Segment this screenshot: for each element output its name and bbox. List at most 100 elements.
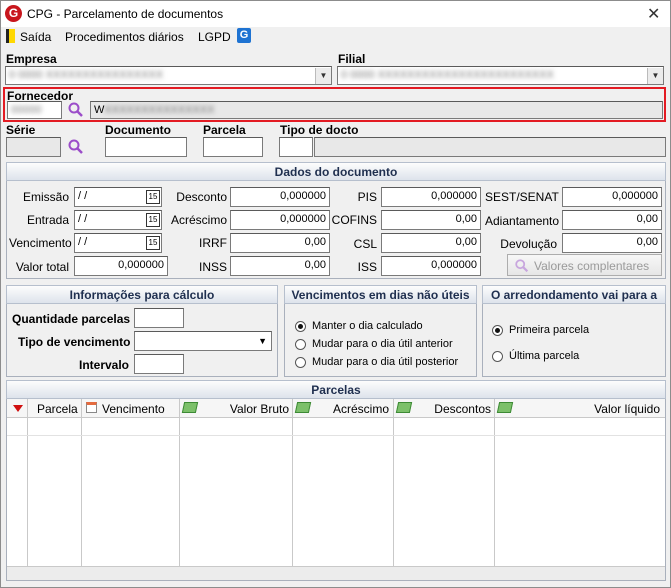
app-logo-icon: G [5, 5, 22, 22]
menu-procedimentos-diarios[interactable]: Procedimentos diários [65, 30, 184, 44]
col-acrescimo[interactable]: Acréscimo [313, 402, 389, 416]
devolucao-label: Devolução [500, 237, 557, 251]
acrescimo-label: Acréscimo [171, 213, 228, 227]
tipo-docto-desc-field [314, 137, 666, 157]
manter-dia-label: Manter o dia calculado [312, 320, 423, 332]
tipo-docto-label: Tipo de docto [280, 123, 359, 137]
lgpd-icon[interactable]: G [237, 28, 251, 43]
menu-saida[interactable]: Saída [20, 30, 51, 44]
cofins-label: COFINS [331, 213, 377, 227]
col-valor-bruto[interactable]: Valor Bruto [203, 402, 289, 416]
pis-label: PIS [357, 190, 377, 204]
menu-lgpd[interactable]: LGPD [198, 30, 231, 44]
filial-select[interactable]: 0 0000 XXXXXXXXXXXXXXXXXXXXXXXX ▼ [337, 66, 664, 85]
calendar-icon[interactable]: 15 [146, 213, 160, 227]
documento-label: Documento [105, 123, 171, 137]
search-icon[interactable] [67, 101, 85, 119]
fornecedor-name-field: WXXXXXXXXXXXXXXX [90, 101, 663, 119]
money-icon [496, 402, 514, 413]
tipo-docto-code-field[interactable] [279, 137, 313, 157]
radio-dia-util-anterior[interactable] [295, 339, 306, 350]
parcela-field[interactable] [203, 137, 263, 157]
chevron-down-icon[interactable]: ▼ [258, 336, 267, 346]
documento-field[interactable] [105, 137, 187, 157]
calculo-header: Informações para cálculo [6, 285, 278, 304]
dia-util-posterior-label: Mudar para o dia útil posterior [312, 356, 459, 368]
calendar-icon [86, 402, 97, 413]
dados-documento-header: Dados do documento [6, 162, 666, 181]
money-icon [294, 402, 312, 413]
empresa-select[interactable]: 0 0000 XXXXXXXXXXXXXXXX ▼ [5, 66, 332, 85]
serie-label: Série [6, 123, 36, 137]
devolucao-field[interactable]: 0,00 [562, 233, 662, 253]
emissao-field[interactable]: / / 15 [74, 187, 162, 207]
close-icon[interactable]: ✕ [647, 4, 660, 24]
search-icon[interactable] [67, 138, 85, 156]
empresa-label: Empresa [6, 52, 57, 66]
horizontal-scrollbar[interactable] [7, 566, 665, 580]
valor-total-label: Valor total [15, 260, 69, 274]
arredondamento-header: O arredondamento vai para a [482, 285, 666, 304]
arredondamento-panel [482, 304, 666, 377]
menu-bar: Saída Procedimentos diários LGPD G [1, 27, 670, 47]
title-bar: G CPG - Parcelamento de documentos ✕ [1, 1, 670, 27]
chevron-down-icon[interactable]: ▼ [315, 68, 331, 84]
primeira-parcela-label: Primeira parcela [509, 324, 590, 336]
irrf-field[interactable]: 0,00 [230, 233, 330, 253]
chevron-down-icon[interactable]: ▼ [647, 68, 663, 84]
intervalo-label: Intervalo [79, 358, 130, 372]
filial-label: Filial [338, 52, 366, 66]
iss-field[interactable]: 0,000000 [381, 256, 481, 276]
serie-field[interactable] [6, 137, 61, 157]
exit-door-icon[interactable] [6, 29, 15, 43]
tipo-vencimento-select[interactable]: ▼ [134, 331, 272, 351]
main-window: G CPG - Parcelamento de documentos ✕ Saí… [0, 0, 671, 588]
col-valor-liquido[interactable]: Valor líquido [517, 402, 660, 416]
radio-ultima-parcela[interactable] [492, 351, 503, 362]
irrf-label: IRRF [199, 236, 227, 250]
col-vencimento[interactable]: Vencimento [102, 402, 165, 416]
adiantamento-field[interactable]: 0,00 [562, 210, 662, 230]
radio-dia-util-posterior[interactable] [295, 357, 306, 368]
vencimento-label: Vencimento [9, 236, 72, 250]
desconto-label: Desconto [176, 190, 227, 204]
radio-manter-dia[interactable] [295, 321, 306, 332]
entrada-label: Entrada [26, 213, 69, 227]
adiantamento-label: Adiantamento [485, 214, 560, 228]
parcela-label: Parcela [203, 123, 246, 137]
vencimentos-header: Vencimentos em dias não úteis [284, 285, 477, 304]
entrada-field[interactable]: / / 15 [74, 210, 162, 230]
quantidade-parcelas-field[interactable] [134, 308, 184, 328]
csl-field[interactable]: 0,00 [381, 233, 481, 253]
inss-field[interactable]: 0,00 [230, 256, 330, 276]
parcelas-grid[interactable]: Parcela Vencimento Valor Bruto Acréscimo… [6, 399, 666, 581]
grid-row-line [7, 435, 665, 436]
col-parcela[interactable]: Parcela [37, 402, 78, 416]
calendar-icon[interactable]: 15 [146, 236, 160, 250]
dia-util-anterior-label: Mudar para o dia útil anterior [312, 338, 453, 350]
tipo-vencimento-label: Tipo de vencimento [18, 335, 131, 349]
radio-primeira-parcela[interactable] [492, 325, 503, 336]
valor-total-field[interactable]: 0,000000 [74, 256, 168, 276]
window-title: CPG - Parcelamento de documentos [27, 7, 224, 21]
calendar-icon[interactable]: 15 [146, 190, 160, 204]
pis-field[interactable]: 0,000000 [381, 187, 481, 207]
sest-senat-label: SEST/SENAT [485, 190, 559, 204]
csl-label: CSL [353, 237, 377, 251]
parcelas-header: Parcelas [6, 380, 666, 399]
col-descontos[interactable]: Descontos [413, 402, 491, 416]
search-icon [515, 259, 529, 273]
sest-senat-field[interactable]: 0,000000 [562, 187, 662, 207]
money-icon [181, 402, 199, 413]
desconto-field[interactable]: 0,000000 [230, 187, 330, 207]
vencimento-field[interactable]: / / 15 [74, 233, 162, 253]
money-icon [395, 402, 413, 413]
iss-label: ISS [357, 260, 377, 274]
cofins-field[interactable]: 0,00 [381, 210, 481, 230]
intervalo-field[interactable] [134, 354, 184, 374]
fornecedor-code-field[interactable]: 00000 [7, 101, 62, 119]
sort-down-icon[interactable] [13, 405, 23, 412]
acrescimo-field[interactable]: 0,000000 [230, 210, 330, 230]
ultima-parcela-label: Última parcela [509, 350, 580, 362]
valores-complementares-button[interactable]: Valores complentares [507, 254, 662, 276]
